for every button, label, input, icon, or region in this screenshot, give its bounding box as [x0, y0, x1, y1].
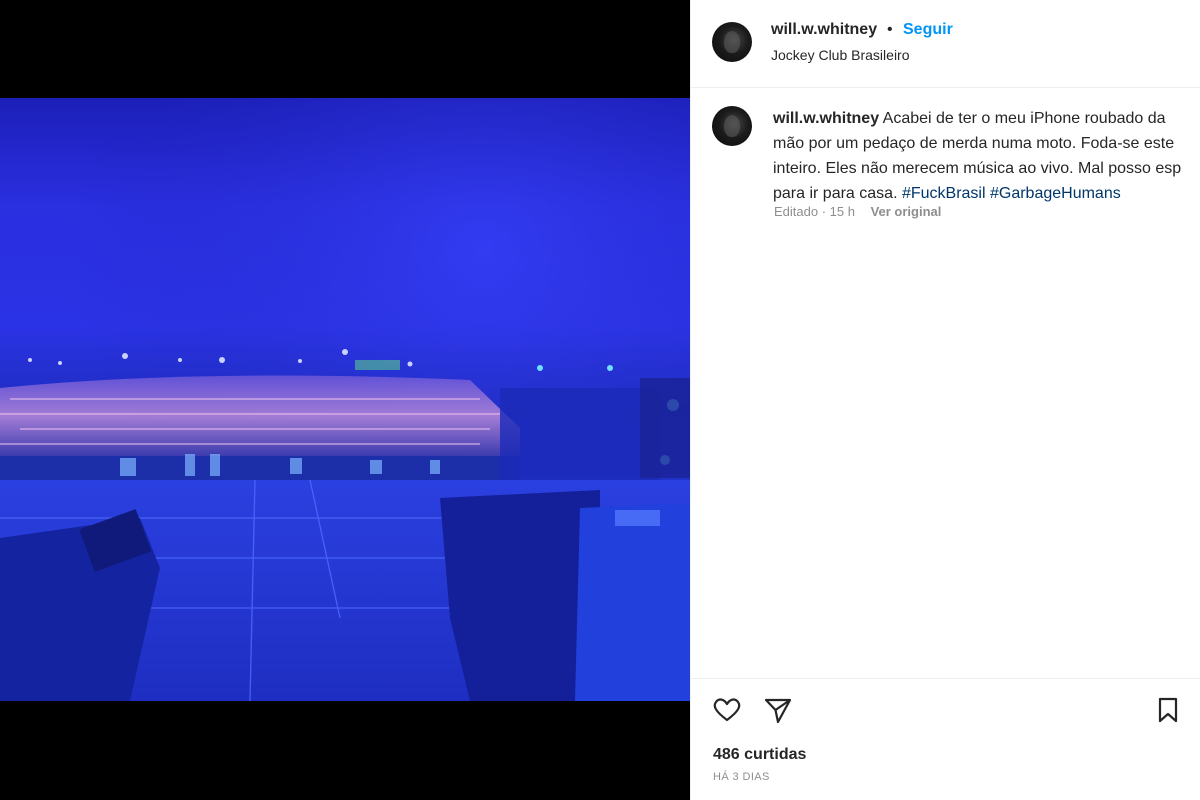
header-separator: •	[887, 21, 893, 38]
concert-photo[interactable]	[0, 98, 690, 701]
author-avatar[interactable]	[712, 22, 752, 62]
bookmark-icon	[1158, 697, 1178, 723]
author-username[interactable]: will.w.whitney	[771, 21, 877, 39]
likes-count[interactable]: 486 curtidas	[713, 746, 806, 764]
concert-stage-image	[0, 98, 690, 701]
heart-icon	[713, 698, 741, 722]
caption-author-username[interactable]: will.w.whitney	[773, 110, 879, 127]
caption-author-avatar[interactable]	[712, 106, 752, 146]
post-actions: 486 curtidas HÁ 3 DIAS	[691, 678, 1200, 800]
share-button[interactable]	[761, 693, 795, 727]
like-button[interactable]	[710, 693, 744, 727]
see-original-link[interactable]: Ver original	[871, 204, 942, 219]
post-header: will.w.whitney • Seguir Jockey Club Bras…	[691, 0, 1200, 88]
paper-plane-icon	[764, 698, 792, 724]
post-location[interactable]: Jockey Club Brasileiro	[771, 47, 910, 63]
caption-meta: Editado · 15 h Ver original	[774, 204, 941, 219]
edited-timestamp: Editado · 15 h	[774, 204, 855, 219]
follow-button[interactable]: Seguir	[903, 21, 953, 39]
hashtag-link[interactable]: #FuckBrasil	[902, 185, 986, 202]
post-side-panel: will.w.whitney • Seguir Jockey Club Bras…	[690, 0, 1200, 800]
save-button[interactable]	[1151, 693, 1185, 727]
post-time[interactable]: HÁ 3 DIAS	[713, 771, 770, 783]
caption-comment: will.w.whitney Acabei de ter o meu iPhon…	[691, 88, 1200, 678]
caption-text: will.w.whitney Acabei de ter o meu iPhon…	[773, 106, 1200, 206]
post-media[interactable]	[0, 0, 690, 800]
hashtag-link[interactable]: #GarbageHumans	[990, 185, 1121, 202]
